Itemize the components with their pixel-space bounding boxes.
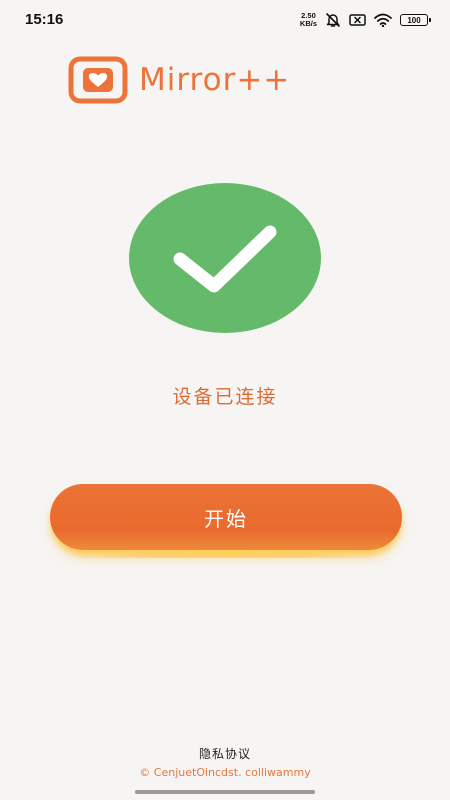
- status-icons: 2.50 KB/s 100: [300, 10, 431, 30]
- battery-level: 100: [407, 15, 421, 25]
- status-time: 15:16: [25, 11, 64, 28]
- start-button-label: 开始: [204, 506, 248, 531]
- mute-icon: [326, 13, 340, 27]
- app-name: Mirror++: [139, 62, 291, 98]
- brand-header: Mirror++: [68, 56, 290, 104]
- wifi-icon: [374, 13, 392, 27]
- app-screen: 15:16 2.50 KB/s 100 Mirror++ 设备已连接 开始 隐私…: [0, 0, 450, 800]
- checkmark-icon: [129, 183, 321, 333]
- network-speed-unit: KB/s: [299, 19, 317, 28]
- status-bar: 15:16 2.50 KB/s 100: [0, 0, 450, 40]
- network-speed: 2.50 KB/s: [300, 12, 317, 28]
- home-indicator[interactable]: [135, 790, 315, 794]
- copyright-text: © CenjuetOincdst. colliwammy: [139, 766, 311, 779]
- privacy-policy-link[interactable]: 隐私协议: [0, 745, 450, 762]
- heart-icon: [68, 56, 128, 104]
- battery-icon: 100: [400, 14, 431, 26]
- connection-status-text: 设备已连接: [172, 386, 278, 408]
- start-button[interactable]: 开始: [50, 484, 402, 550]
- sim-off-icon: [349, 14, 366, 26]
